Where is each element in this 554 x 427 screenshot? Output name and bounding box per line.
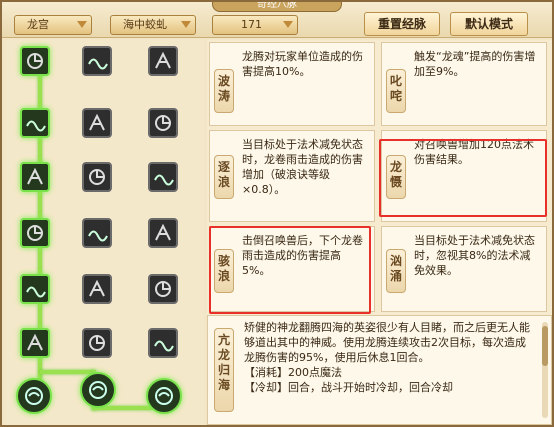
skill-name: 汹涌: [386, 249, 406, 293]
skill-name: 波涛: [214, 69, 234, 113]
dagger-icon[interactable]: [148, 108, 178, 138]
ultimate-desc-block: 矫健的神龙翻腾四海的英姿很少有人目睹，而之后更无人能够道出其中的神威。使用龙腾连…: [244, 320, 534, 395]
skill-desc: 当目标处于法术减免状态时，龙卷雨击造成的伤害增加（破浪诀等级×0.8）。: [242, 138, 363, 196]
path-line: [40, 370, 94, 374]
chevron-down-icon: [77, 21, 87, 28]
skill-desc: 触发“龙魂”提高的伤害增加至9%。: [414, 50, 536, 78]
chevron-down-icon: [283, 21, 293, 28]
feather-icon[interactable]: [148, 328, 178, 358]
claw-icon[interactable]: [82, 108, 112, 138]
skill-name: 逐浪: [214, 155, 234, 199]
skill-name: 叱咤: [386, 69, 406, 113]
scrollbar-thumb[interactable]: [542, 326, 548, 366]
serpent-icon[interactable]: [82, 162, 112, 192]
skill-cell-zhu-lang[interactable]: 逐浪 当目标处于法术减免状态时，龙卷雨击造成的伤害增加（破浪诀等级×0.8）。: [209, 130, 375, 222]
reset-meridian-button[interactable]: 重置经脉: [364, 12, 440, 36]
school-select-value: 龙宫: [27, 18, 49, 31]
ultimate-desc: 矫健的神龙翻腾四海的英姿很少有人目睹，而之后更无人能够道出其中的神威。使用龙腾连…: [244, 321, 530, 364]
scrollbar[interactable]: [542, 322, 548, 418]
dragon-orb-icon[interactable]: [80, 372, 116, 408]
dragon-head-icon[interactable]: [20, 108, 50, 138]
meridian-tree: [6, 40, 204, 425]
bird-icon[interactable]: [82, 218, 112, 248]
highlight-box: [209, 226, 371, 314]
wave-rune-icon[interactable]: [82, 46, 112, 76]
fist-rune-icon[interactable]: [148, 46, 178, 76]
dragon-coil-icon[interactable]: [82, 328, 112, 358]
level-select[interactable]: 171: [212, 15, 298, 35]
chevron-down-icon: [181, 21, 191, 28]
skill-desc: 龙腾对玩家单位造成的伤害提高10%。: [242, 50, 363, 78]
orb-icon[interactable]: [146, 378, 182, 414]
meridian-window: 奇经八脉 龙宫 海中蛟虬 171 重置经脉 默认模式 波涛 龙腾对玩家单位造成的…: [0, 0, 554, 427]
scroll-icon[interactable]: [20, 274, 50, 304]
rooster-icon[interactable]: [20, 218, 50, 248]
orb-icon[interactable]: [16, 378, 52, 414]
dragon-rider-icon[interactable]: [20, 328, 50, 358]
skill-cell-xiong-yong[interactable]: 汹涌 当目标处于法术减免状态时，忽视其8%的法术减免效果。: [381, 226, 547, 312]
default-mode-button[interactable]: 默认模式: [450, 12, 528, 36]
mount-select-value: 海中蛟虬: [123, 18, 167, 31]
blade-icon[interactable]: [148, 218, 178, 248]
toolbar: 奇经八脉 龙宫 海中蛟虬 171 重置经脉 默认模式: [2, 2, 552, 38]
school-select[interactable]: 龙宫: [14, 15, 92, 35]
dragon-rune-icon[interactable]: [20, 46, 50, 76]
shell-icon[interactable]: [148, 274, 178, 304]
level-select-value: 171: [241, 18, 262, 31]
highlight-box: [379, 139, 547, 217]
skill-cell-chi-zha[interactable]: 叱咤 触发“龙魂”提高的伤害增加至9%。: [381, 42, 547, 126]
scroll-icon[interactable]: [82, 274, 112, 304]
wave-icon[interactable]: [20, 162, 50, 192]
ultimate-cost: 【消耗】200点魔法: [244, 366, 342, 379]
skill-desc: 当目标处于法术减免状态时，忽视其8%的法术减免效果。: [414, 234, 535, 277]
ultimate-cooldown: 【冷却】回合，战斗开始时冷却，回合冷却: [244, 381, 453, 394]
skill-cell-bo-tao[interactable]: 波涛 龙腾对玩家单位造成的伤害提高10%。: [209, 42, 375, 126]
window-title: 奇经八脉: [212, 2, 342, 12]
tiger-icon[interactable]: [148, 162, 178, 192]
ultimate-skill-panel: 亢龙归海 矫健的神龙翻腾四海的英姿很少有人目睹，而之后更无人能够道出其中的神威。…: [207, 315, 552, 425]
ultimate-name: 亢龙归海: [214, 328, 234, 412]
mount-select[interactable]: 海中蛟虬: [110, 15, 196, 35]
